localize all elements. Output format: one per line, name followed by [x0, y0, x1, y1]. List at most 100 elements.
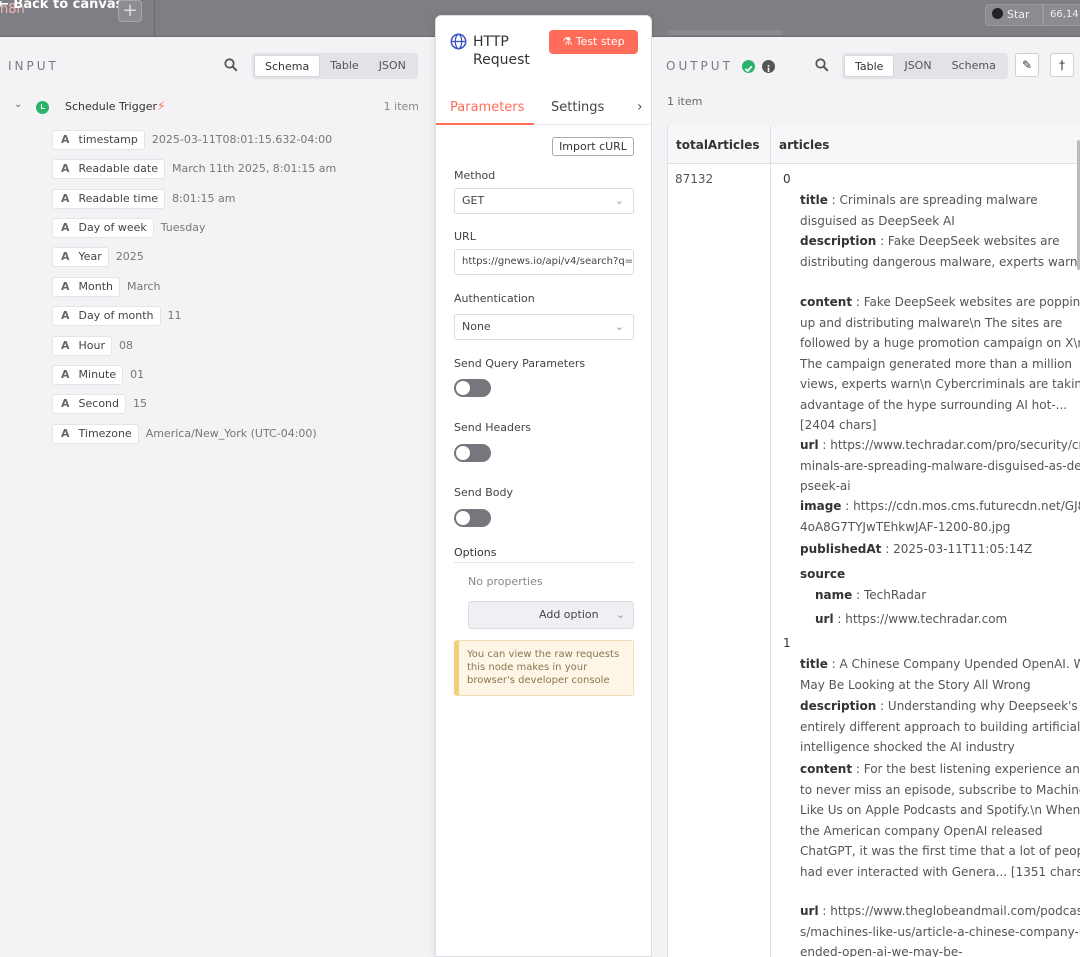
string-type-icon: A [61, 162, 70, 175]
tab-schema[interactable]: Schema [254, 55, 321, 77]
string-type-icon: A [61, 339, 70, 352]
add-option-button[interactable]: Add option ⌄ [468, 601, 634, 629]
edit-pencil-icon[interactable]: ✎︎ [1015, 53, 1039, 77]
article-url: url : https://www.techradar.com/pro/secu… [800, 438, 1080, 493]
field-value: March [127, 280, 161, 293]
article-content: content : Fake DeepSeek websites are pop… [800, 295, 1080, 432]
no-properties-text: No properties [468, 575, 543, 588]
schema-field[interactable]: A Month March [52, 277, 161, 297]
schema-field[interactable]: A Year 2025 [52, 247, 144, 267]
authentication-select[interactable]: None ⌄ [454, 314, 634, 340]
send-body-toggle[interactable] [454, 509, 491, 527]
schema-field[interactable]: A Readable time 8:01:15 am [52, 189, 235, 209]
github-star-button[interactable]: Star [985, 4, 1043, 26]
article-image: image : https://cdn.mos.cms.futurecdn.ne… [800, 499, 1080, 534]
schema-field[interactable]: A Readable date March 11th 2025, 8:01:15 a… [52, 159, 336, 179]
search-icon[interactable] [224, 58, 238, 72]
chevron-down-icon: ⌄ [614, 194, 624, 207]
test-step-button[interactable]: ⚗︎ Test step [549, 30, 638, 54]
field-name: Timezone [78, 427, 132, 440]
field-value: 2025 [115, 250, 144, 263]
search-icon[interactable] [815, 58, 829, 72]
field-name: Day of month [78, 309, 154, 322]
article-source-url: url : https://www.techradar.com [815, 612, 1008, 626]
string-type-icon: A [61, 397, 70, 410]
method-select[interactable]: GET ⌄ [454, 188, 634, 214]
output-panel: OUTPUT Table JSON Schema ✎︎ † 1 item tot… [652, 38, 1080, 957]
schema-field[interactable]: Atimestamp 2025-03-11T08:01:15.632-04:00 [52, 130, 332, 150]
column-separator [770, 126, 771, 957]
field-value: America/New_York (UTC-04:00) [145, 427, 317, 440]
schema-field[interactable]: A Timezone America/New_York (UTC-04:00) [52, 424, 317, 444]
field-name: Second [78, 397, 119, 410]
topbar-divider [154, 0, 155, 37]
import-curl-button[interactable]: Import cURL [552, 137, 634, 156]
tab-parameters[interactable]: Parameters [450, 100, 524, 115]
tab-json[interactable]: JSON [894, 55, 941, 77]
article-source: source [800, 567, 846, 581]
article-published-at: publishedAt : 2025-03-11T11:05:14Z [800, 542, 1033, 556]
trigger-item-count: 1 item [383, 100, 419, 113]
article-source-name: name : TechRadar [815, 588, 927, 602]
back-to-canvas-link[interactable]: ← Back to canvas [0, 0, 123, 12]
node-tabs: Parameters Settings › [436, 95, 651, 125]
tab-schema[interactable]: Schema [942, 55, 1006, 77]
send-headers-label: Send Headers [454, 421, 531, 434]
url-input[interactable]: https://gnews.io/api/v4/search?q= [454, 249, 634, 275]
method-label: Method [454, 169, 496, 182]
output-item-count: 1 item [667, 95, 703, 108]
options-divider [454, 562, 634, 563]
article-content: content : For the best listening experie… [800, 762, 1080, 879]
tab-table[interactable]: Table [320, 55, 368, 77]
field-value: 15 [133, 397, 147, 410]
send-query-label: Send Query Parameters [454, 357, 586, 370]
send-body-label: Send Body [454, 486, 513, 499]
schema-field[interactable]: A Day of month 11 [52, 306, 182, 326]
input-title: INPUT [8, 59, 59, 73]
schema-field[interactable]: A Second 15 [52, 394, 147, 414]
authentication-value: None [462, 320, 491, 333]
article-description: description : Fake DeepSeek websites are… [800, 234, 1078, 269]
field-name: Day of week [78, 221, 147, 234]
add-node-button[interactable]: + [118, 0, 142, 22]
authentication-label: Authentication [454, 292, 535, 305]
input-view-tabs: Schema Table JSON [252, 53, 418, 79]
field-name: Readable date [78, 162, 159, 175]
string-type-icon: A [61, 309, 70, 322]
tab-table[interactable]: Table [844, 55, 895, 77]
trigger-name: Schedule Trigger [65, 100, 157, 113]
output-table: totalArticles articles 87132 0 title : C… [667, 126, 1080, 957]
schema-field[interactable]: A Minute 01 [52, 365, 144, 385]
field-value: 2025-03-11T08:01:15.632-04:00 [151, 133, 333, 146]
schema-field[interactable]: A Hour 08 [52, 336, 133, 356]
add-option-label: Add option [539, 608, 599, 621]
github-star-label: Star [1007, 8, 1030, 21]
string-type-icon: A [61, 192, 70, 205]
info-icon[interactable] [762, 60, 775, 73]
field-value: March 11th 2025, 8:01:15 am [172, 162, 337, 175]
github-icon [992, 8, 1003, 19]
field-value: 11 [167, 309, 182, 322]
globe-icon [450, 33, 467, 50]
pin-icon[interactable]: † [1050, 53, 1074, 77]
schedule-trigger-row[interactable]: ⌄ Schedule Trigger ⚡︎ 1 item [14, 99, 424, 117]
tab-json[interactable]: JSON [369, 55, 416, 77]
field-name: Readable time [78, 192, 159, 205]
node-title[interactable]: HTTP Request [473, 33, 553, 69]
string-type-icon: A [61, 280, 70, 293]
options-label: Options [454, 546, 497, 559]
chevron-right-icon[interactable]: › [637, 99, 643, 115]
field-value: 01 [130, 368, 145, 381]
schema-field[interactable]: A Day of week Tuesday [52, 218, 206, 238]
string-type-icon: A [61, 368, 70, 381]
article-title: title : A Chinese Company Upended OpenAI… [800, 657, 1080, 692]
article-index: 0 [783, 172, 791, 186]
field-name: Hour [78, 339, 106, 352]
send-headers-toggle[interactable] [454, 444, 491, 462]
string-type-icon: A [61, 427, 70, 440]
send-query-toggle[interactable] [454, 379, 491, 397]
chevron-down-icon[interactable]: ⌄ [14, 99, 22, 110]
clock-icon [36, 101, 49, 114]
output-title: OUTPUT [666, 59, 733, 73]
tab-settings[interactable]: Settings [551, 100, 604, 115]
